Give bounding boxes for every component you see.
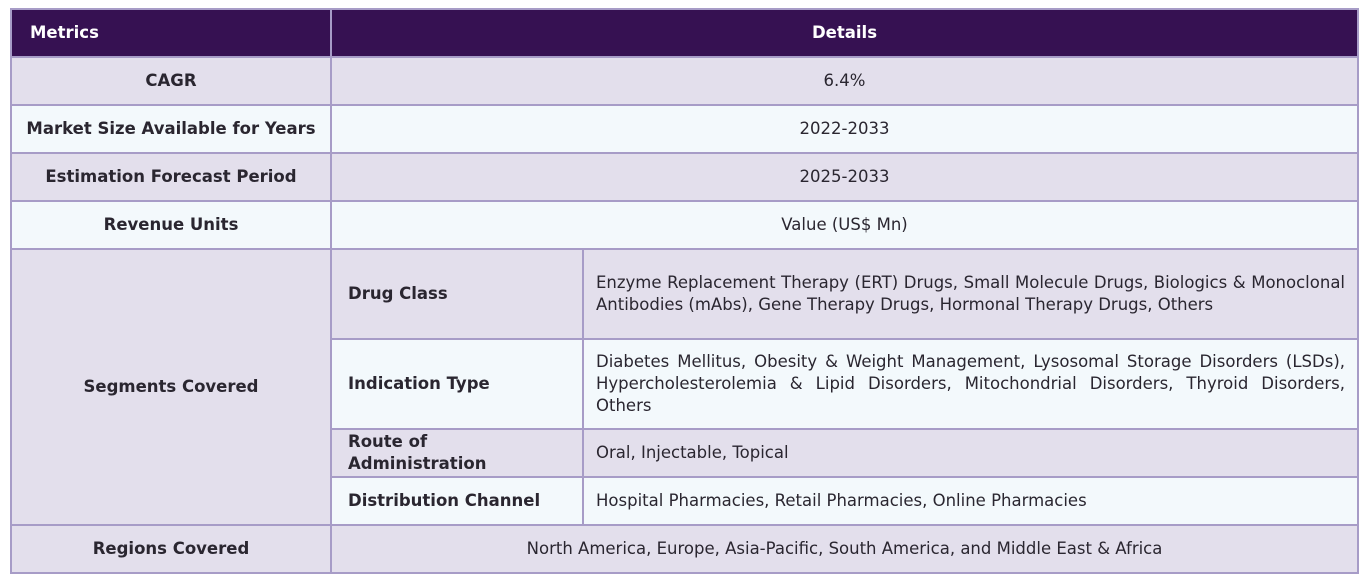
value-cell: 2022-2033: [329, 104, 1360, 154]
header-details: Details: [329, 8, 1360, 58]
segment-name: Indication Type: [330, 338, 584, 430]
table-row: Estimation Forecast Period 2025-2033: [10, 152, 1360, 202]
table-row: Revenue Units Value (US$ Mn): [10, 200, 1360, 250]
segment-value: Hospital Pharmacies, Retail Pharmacies, …: [581, 476, 1360, 526]
segment-name: Distribution Channel: [330, 476, 584, 526]
segment-name: Route of Administration: [330, 428, 584, 478]
table-row: Market Size Available for Years 2022-203…: [10, 104, 1360, 154]
header-metrics: Metrics: [10, 8, 332, 58]
segment-row: Segments Covered Drug Class Enzyme Repla…: [10, 248, 1360, 526]
segment-name: Drug Class: [330, 248, 584, 340]
value-cell: 6.4%: [329, 56, 1360, 106]
value-cell: Value (US$ Mn): [329, 200, 1360, 250]
metric-cell: Estimation Forecast Period: [10, 152, 332, 202]
metric-cell: Regions Covered: [10, 524, 332, 574]
value-cell: North America, Europe, Asia-Pacific, Sou…: [329, 524, 1360, 574]
segment-value: Enzyme Replacement Therapy (ERT) Drugs, …: [581, 248, 1360, 340]
segment-value: Oral, Injectable, Topical: [581, 428, 1360, 478]
metric-cell: Revenue Units: [10, 200, 332, 250]
metric-cell: CAGR: [10, 56, 332, 106]
segments-covered-label: Segments Covered: [10, 248, 332, 526]
metric-cell: Market Size Available for Years: [10, 104, 332, 154]
table-row: CAGR 6.4%: [10, 56, 1360, 106]
value-cell: 2025-2033: [329, 152, 1360, 202]
segment-value: Diabetes Mellitus, Obesity & Weight Mana…: [581, 338, 1360, 430]
report-scope-table: Metrics Details CAGR 6.4% Market Size Av…: [10, 8, 1360, 574]
table-header-row: Metrics Details: [10, 8, 1360, 58]
table-row: Regions Covered North America, Europe, A…: [10, 524, 1360, 574]
